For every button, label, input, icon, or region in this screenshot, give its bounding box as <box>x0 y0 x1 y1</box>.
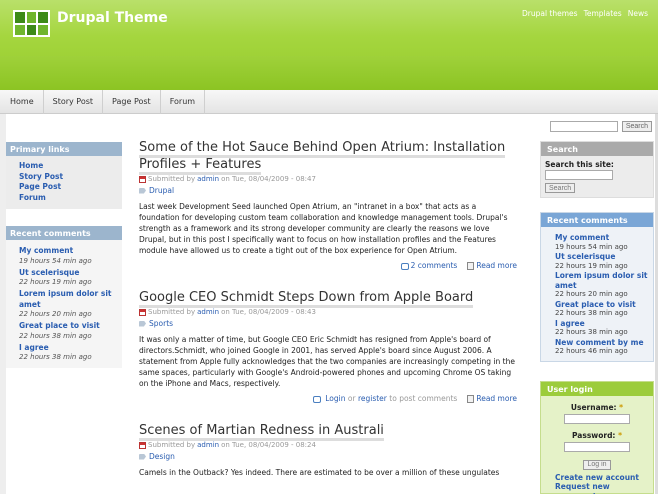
calendar-icon <box>139 175 146 183</box>
post-body: Last week Development Seed launched Open… <box>139 202 508 255</box>
post-tag-link[interactable]: Design <box>149 452 175 461</box>
right-recent-comments-title: Recent comments <box>541 213 653 227</box>
password-label: Password: * <box>572 430 622 440</box>
nav-story-post[interactable]: Story Post <box>44 90 104 114</box>
list-item: My comment 19 hours 54 min ago <box>19 246 92 265</box>
primary-link-forum[interactable]: Forum <box>19 193 118 204</box>
post-body: It was only a matter of time, but Google… <box>139 335 515 388</box>
list-item: I agree 22 hours 38 min ago <box>555 318 628 337</box>
post-author[interactable]: admin <box>197 175 219 183</box>
post-title[interactable]: Scenes of Martian Redness in Australi <box>139 422 517 441</box>
username-label: Username: * <box>570 403 624 412</box>
post-tags: Drupal <box>139 186 517 195</box>
primary-link-home[interactable]: Home <box>19 161 118 172</box>
tag-icon <box>139 320 146 327</box>
site-name[interactable]: Drupal Theme <box>57 10 168 26</box>
list-item: Lorem ipsum dolor sit amet 22 hours 20 mi… <box>19 289 112 318</box>
list-item: Request new password <box>555 482 649 494</box>
post-tag-link[interactable]: Sports <box>149 319 173 328</box>
login-link[interactable]: Login <box>325 394 345 403</box>
left-recent-comments-block: Recent comments My comment 19 hours 54 mi… <box>6 226 122 368</box>
post-body: Camels in the Outback? Yes indeed. There… <box>139 468 500 477</box>
register-link[interactable]: register <box>358 394 387 403</box>
nav-page-post[interactable]: Page Post <box>103 90 161 114</box>
search-site-input[interactable] <box>545 170 613 180</box>
list-item: Create new account <box>555 473 649 483</box>
post-title[interactable]: Some of the Hot Sauce Behind Open Atrium… <box>139 139 517 175</box>
read-more-icon <box>467 262 475 270</box>
top-search-button[interactable]: Search <box>621 121 652 132</box>
primary-link-page-post[interactable]: Page Post <box>19 182 118 193</box>
top-search-input[interactable] <box>549 121 618 132</box>
nav-forum[interactable]: Forum <box>161 90 206 114</box>
primary-nav: Home Story Post Page Post Forum <box>0 90 658 114</box>
list-item: Great place to visit 22 hours 38 min ago <box>19 321 100 340</box>
comment-icon <box>312 395 321 403</box>
login-button[interactable]: Log in <box>583 459 611 470</box>
list-item: My comment 19 hours 54 min ago <box>555 233 628 251</box>
comments-link[interactable]: 2 comments <box>411 261 458 270</box>
calendar-icon <box>139 308 146 316</box>
nav-home[interactable]: Home <box>0 90 44 114</box>
primary-link-story-post[interactable]: Story Post <box>19 172 118 183</box>
secondary-link-templates[interactable]: Templates <box>584 9 622 18</box>
password-field[interactable] <box>564 441 630 452</box>
tag-icon <box>139 187 146 194</box>
secondary-link-drupal-themes[interactable]: Drupal themes <box>522 9 578 18</box>
right-search-block: Search Search this site: Search <box>540 141 654 198</box>
right-search-title: Search <box>541 142 653 156</box>
post: Some of the Hot Sauce Behind Open Atrium… <box>139 139 517 270</box>
post-tags: Design <box>139 452 517 461</box>
tag-icon <box>139 453 146 460</box>
post: Scenes of Martian Redness in Australi Su… <box>139 422 517 478</box>
list-item: Lorem ipsum dolor sit amet 22 hours 20 mi… <box>555 271 648 298</box>
post-tags: Sports <box>139 319 517 328</box>
read-more-link[interactable]: Read more <box>476 261 517 270</box>
secondary-links: Drupal themes Templates News <box>522 9 648 18</box>
post-submitted: Submitted by admin on Tue, 08/04/2009 - … <box>139 441 517 449</box>
post-submitted: Submitted by admin on Tue, 08/04/2009 - … <box>139 175 517 183</box>
post-author[interactable]: admin <box>197 441 219 449</box>
calendar-icon <box>139 441 146 449</box>
request-password-link[interactable]: Request new password <box>555 482 610 494</box>
site-header: Drupal Theme Drupal themes Templates New… <box>0 0 658 90</box>
post-links: Login or register to post comments Read … <box>139 394 517 403</box>
post-links: 2 comments Read more <box>139 261 517 270</box>
primary-links-title: Primary links <box>6 142 122 156</box>
left-recent-comments-title: Recent comments <box>6 226 122 240</box>
header-band <box>0 56 658 90</box>
list-item: Great place to visit 22 hours 38 min ago <box>555 299 636 318</box>
list-item: Ut scelerisque 22 hours 19 min ago <box>19 267 92 287</box>
list-item: New comment by me 22 hours 46 min ago <box>555 337 644 356</box>
username-field[interactable] <box>564 414 630 424</box>
search-site-label: Search this site: <box>545 160 614 169</box>
secondary-link-news[interactable]: News <box>628 9 648 18</box>
create-account-link[interactable]: Create new account <box>555 473 639 482</box>
list-item: Ut scelerisque 22 hours 19 min ago <box>555 252 628 270</box>
comment-icon <box>400 262 409 270</box>
read-more-icon <box>467 395 475 403</box>
post-submitted: Submitted by admin on Tue, 08/04/2009 - … <box>139 308 517 316</box>
primary-links-block: Primary links Home Story Post Page Post … <box>6 142 122 209</box>
user-login-title: User login <box>541 382 653 396</box>
user-login-block: User login Username: * Password: * Log i… <box>540 381 654 494</box>
post-tag-link[interactable]: Drupal <box>149 186 174 195</box>
right-recent-comments-block: Recent comments My comment 19 hours 54 mi… <box>540 212 654 362</box>
post-author[interactable]: admin <box>197 308 219 316</box>
read-more-link[interactable]: Read more <box>476 394 517 403</box>
site-logo[interactable] <box>13 10 50 37</box>
search-site-button[interactable]: Search <box>545 183 576 193</box>
post: Google CEO Schmidt Steps Down from Apple… <box>139 289 517 403</box>
main-content: Some of the Hot Sauce Behind Open Atrium… <box>139 139 517 478</box>
top-search: Search <box>549 121 652 132</box>
list-item: I agree 22 hours 38 min ago <box>19 342 92 362</box>
post-title[interactable]: Google CEO Schmidt Steps Down from Apple… <box>139 289 517 308</box>
